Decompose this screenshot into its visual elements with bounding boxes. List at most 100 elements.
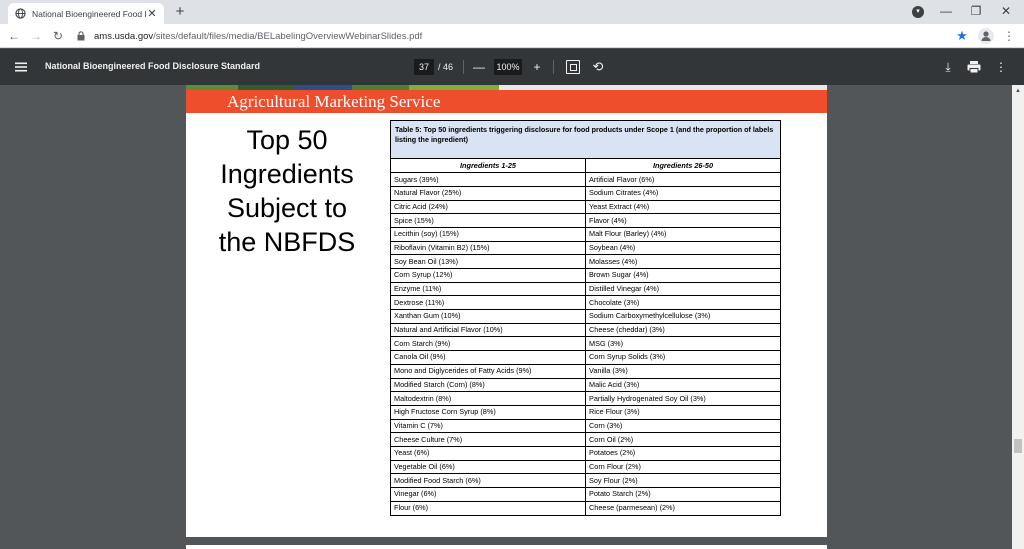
ingredient-cell-1-25: Dextrose (11%) bbox=[391, 295, 586, 311]
zoom-out-icon[interactable]: — bbox=[472, 59, 486, 75]
table-row: Yeast (6%) Potatoes (2%) bbox=[391, 445, 780, 461]
table-row: Riboflavin (Vitamin B2) (15%) Soybean (4%… bbox=[391, 240, 780, 256]
bookmark-star-icon[interactable]: ★ bbox=[954, 28, 970, 44]
next-pdf-page bbox=[186, 545, 827, 549]
ingredient-cell-26-50: Yeast Extract (4%) bbox=[585, 199, 780, 215]
pdf-title: National Bioengineered Food Disclosure S… bbox=[45, 61, 261, 71]
toolbar-divider bbox=[463, 60, 464, 74]
toolbar-divider bbox=[553, 60, 554, 74]
ingredient-cell-1-25: High Fructose Corn Syrup (8%) bbox=[391, 404, 586, 420]
column-header: Ingredients 26-50 bbox=[585, 159, 780, 174]
table-row: Lecithin (soy) (15%) Malt Flour (Barley) … bbox=[391, 226, 780, 242]
ingredient-cell-1-25: Corn Starch (9%) bbox=[391, 336, 586, 352]
minimize-icon[interactable]: — bbox=[936, 2, 956, 20]
heading-line: Top 50 bbox=[246, 125, 328, 155]
ingredient-cell-26-50: Flavor (4%) bbox=[585, 213, 780, 228]
ingredient-cell-26-50: Soybean (4%) bbox=[585, 240, 780, 256]
ingredient-cell-26-50: Sodium Carboxymethylcellulose (3%) bbox=[585, 309, 780, 324]
ingredient-cell-1-25: Flour (6%) bbox=[391, 500, 586, 515]
ingredient-cell-1-25: Natural and Artificial Flavor (10%) bbox=[391, 322, 586, 338]
address-bar[interactable]: ams.usda.gov/sites/default/files/media/B… bbox=[76, 27, 976, 45]
table-row: High Fructose Corn Syrup (8%) Rice Flour … bbox=[391, 404, 780, 420]
table-row: Cheese Culture (7%) Corn Oil (2%) bbox=[391, 432, 780, 447]
heading-line: the NBFDS bbox=[218, 227, 356, 257]
ingredient-cell-26-50: Molasses (4%) bbox=[585, 254, 780, 269]
ingredient-cell-1-25: Natural Flavor (25%) bbox=[391, 185, 586, 201]
ingredient-cell-1-25: Cheese Culture (7%) bbox=[391, 432, 586, 447]
vertical-scrollbar[interactable]: ▲ bbox=[1012, 85, 1024, 549]
ingredient-cell-1-25: Enzyme (11%) bbox=[391, 281, 586, 297]
ingredients-grid: Ingredients 1-25 Ingredients 26-50 Sugar… bbox=[391, 159, 780, 515]
rotate-icon[interactable]: ⟲ bbox=[590, 59, 606, 75]
ingredient-cell-26-50: Cheese (parmesean) (2%) bbox=[585, 500, 780, 515]
close-window-icon[interactable]: ✕ bbox=[996, 2, 1016, 20]
ingredient-cell-26-50: Potato Starch (2%) bbox=[585, 487, 780, 502]
table-row: Vinegar (6%) Potato Starch (2%) bbox=[391, 487, 780, 502]
pdf-menu-icon[interactable]: ⋮ bbox=[994, 59, 1008, 75]
table-row: Sugars (39%) Artificial Flavor (6%) bbox=[391, 172, 780, 187]
ingredient-cell-1-25: Riboflavin (Vitamin B2) (15%) bbox=[391, 240, 586, 256]
pdf-viewer[interactable]: Agricultural Marketing Service Top 50 In… bbox=[0, 85, 1012, 549]
ingredient-cell-1-25: Soy Bean Oil (13%) bbox=[391, 254, 586, 269]
ingredient-cell-1-25: Modified Food Starch (6%) bbox=[391, 473, 586, 488]
table-row: Natural Flavor (25%) Sodium Citrates (4%) bbox=[391, 185, 780, 201]
lock-icon bbox=[76, 30, 86, 42]
heading-line: Ingredients bbox=[220, 159, 354, 189]
ingredient-cell-26-50: Artificial Flavor (6%) bbox=[585, 172, 780, 187]
ingredient-cell-1-25: Xanthan Gum (10%) bbox=[391, 309, 586, 324]
column-header: Ingredients 1-25 bbox=[391, 159, 586, 174]
page-number-input[interactable]: 37 bbox=[414, 59, 434, 75]
table-row: Modified Food Starch (6%) Soy Flour (2%) bbox=[391, 473, 780, 488]
table-caption: Table 5: Top 50 ingredients triggering d… bbox=[391, 121, 780, 159]
globe-icon bbox=[14, 8, 26, 20]
ingredient-cell-1-25: Vegetable Oil (6%) bbox=[391, 459, 586, 475]
ingredient-cell-26-50: Partially Hydrogenated Soy Oil (3%) bbox=[585, 391, 780, 406]
restore-icon[interactable]: ❐ bbox=[966, 2, 986, 20]
scroll-up-icon[interactable]: ▲ bbox=[1012, 85, 1024, 97]
forward-icon[interactable]: → bbox=[28, 28, 44, 44]
page-total: / 46 bbox=[438, 62, 454, 72]
scroll-thumb[interactable] bbox=[1014, 439, 1022, 453]
reload-icon[interactable]: ↻ bbox=[50, 28, 66, 44]
ingredient-cell-1-25: Modified Starch (Corn) (8%) bbox=[391, 377, 586, 393]
table-row: Soy Bean Oil (13%) Molasses (4%) bbox=[391, 254, 780, 269]
tab-search-icon[interactable]: ▾ bbox=[912, 6, 924, 18]
ingredient-cell-26-50: Brown Sugar (4%) bbox=[585, 268, 780, 283]
zoom-in-icon[interactable]: + bbox=[530, 59, 544, 75]
ingredient-cell-1-25: Spice (15%) bbox=[391, 213, 586, 228]
ingredient-cell-1-25: Yeast (6%) bbox=[391, 445, 586, 461]
table-row: Corn Syrup (12%) Brown Sugar (4%) bbox=[391, 268, 780, 283]
ingredient-cell-1-25: Maltodextrin (8%) bbox=[391, 391, 586, 406]
banner-text: Agricultural Marketing Service bbox=[227, 92, 441, 111]
url-text: ams.usda.gov/sites/default/files/media/B… bbox=[94, 31, 422, 42]
table-row: Enzyme (11%) Distilled Vinegar (4%) bbox=[391, 281, 780, 297]
close-tab-icon[interactable]: ✕ bbox=[146, 8, 158, 20]
table-row: Xanthan Gum (10%) Sodium Carboxymethylcel… bbox=[391, 309, 780, 324]
hamburger-menu-icon[interactable] bbox=[14, 60, 28, 74]
ingredient-cell-26-50: Corn Oil (2%) bbox=[585, 432, 780, 447]
table-row: Dextrose (11%) Chocolate (3%) bbox=[391, 295, 780, 311]
table-row: Vegetable Oil (6%) Corn Flour (2%) bbox=[391, 459, 780, 475]
browser-menu-icon[interactable]: ⋮ bbox=[1002, 28, 1016, 44]
tab-title: National Bioengineered Food Dis bbox=[32, 8, 146, 19]
browser-tab[interactable]: National Bioengineered Food Dis ✕ bbox=[8, 3, 164, 24]
ingredient-cell-26-50: Corn (3%) bbox=[585, 418, 780, 434]
ingredient-cell-1-25: Canola Oil (9%) bbox=[391, 350, 586, 365]
ingredient-cell-26-50: Cheese (cheddar) (3%) bbox=[585, 322, 780, 338]
new-tab-icon[interactable]: + bbox=[172, 4, 188, 20]
navigation-bar: ← → ↻ ams.usda.gov/sites/default/files/m… bbox=[0, 24, 1024, 48]
download-icon[interactable]: ⤓ bbox=[940, 59, 956, 75]
table-row: Vitamin C (7%) Corn (3%) bbox=[391, 418, 780, 434]
back-icon[interactable]: ← bbox=[6, 28, 22, 44]
fit-to-page-icon[interactable] bbox=[566, 60, 580, 74]
ingredient-cell-26-50: Soy Flour (2%) bbox=[585, 473, 780, 488]
heading-line: Subject to bbox=[226, 193, 348, 223]
account-icon[interactable] bbox=[978, 28, 994, 44]
tab-strip: National Bioengineered Food Dis ✕ + ▾ — … bbox=[0, 0, 1024, 24]
ingredient-cell-26-50: Rice Flour (3%) bbox=[585, 404, 780, 420]
table-row: Citric Acid (24%) Yeast Extract (4%) bbox=[391, 199, 780, 215]
zoom-level-input[interactable]: 100% bbox=[494, 59, 522, 75]
ingredient-cell-1-25: Mono and Diglycerides of Fatty Acids (9%… bbox=[391, 363, 586, 379]
print-icon[interactable] bbox=[966, 59, 982, 75]
table-row: Natural and Artificial Flavor (10%) Chees… bbox=[391, 322, 780, 338]
